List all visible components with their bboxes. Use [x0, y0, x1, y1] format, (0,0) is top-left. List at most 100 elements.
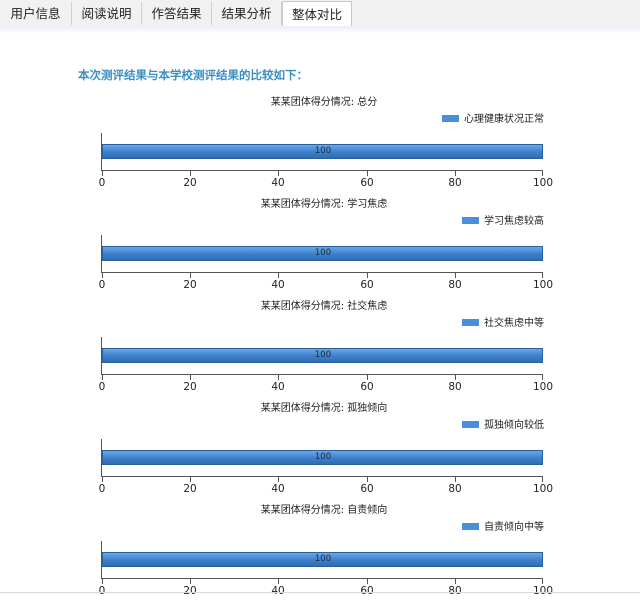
x-tick-mark — [190, 273, 191, 278]
x-tick-mark — [455, 273, 456, 278]
x-tick-mark — [542, 579, 543, 584]
x-axis-line — [102, 170, 543, 171]
x-axis-line — [102, 476, 543, 477]
x-tick-label: 80 — [448, 177, 462, 189]
bottom-divider — [0, 592, 640, 593]
bar-value-label: 100 — [314, 248, 332, 258]
x-tick-mark — [542, 477, 543, 482]
bar-value-label: 100 — [314, 452, 332, 462]
tab-answer-results[interactable]: 作答结果 — [142, 2, 212, 25]
x-tick-label: 40 — [271, 483, 285, 495]
legend-label: 孤独倾向较低 — [484, 420, 544, 431]
chart-plot-area: 100 0 20 40 60 80 100 — [99, 235, 553, 291]
legend-label: 学习焦虑较高 — [484, 216, 544, 227]
x-tick-mark — [278, 375, 279, 380]
x-tick-label: 100 — [532, 279, 554, 291]
x-tick-mark — [367, 375, 368, 380]
x-tick-mark — [278, 477, 279, 482]
x-tick-mark — [190, 477, 191, 482]
legend-swatch — [462, 420, 479, 428]
x-tick-mark — [367, 579, 368, 584]
x-tick-mark — [455, 171, 456, 176]
x-tick-mark — [455, 477, 456, 482]
x-tick-label: 40 — [271, 177, 285, 189]
x-tick-mark — [102, 171, 103, 176]
x-tick-mark — [102, 375, 103, 380]
x-tick-mark — [278, 171, 279, 176]
x-tick-mark — [102, 477, 103, 482]
x-tick-label: 100 — [532, 483, 554, 495]
legend-swatch — [442, 114, 459, 122]
x-tick-label: 0 — [98, 585, 106, 597]
x-tick-mark — [367, 477, 368, 482]
chart-legend: 学习焦虑较高 — [462, 215, 544, 229]
x-tick-label: 0 — [98, 483, 106, 495]
intro-heading: 本次测评结果与本学校测评结果的比较如下： — [78, 68, 308, 82]
x-tick-mark — [542, 273, 543, 278]
x-tick-label: 40 — [271, 279, 285, 291]
legend-label: 社交焦虑中等 — [484, 318, 544, 329]
legend-label: 心理健康状况正常 — [464, 114, 544, 125]
chart-plot-area: 100 0 20 40 60 80 100 — [99, 337, 553, 393]
x-tick-mark — [455, 375, 456, 380]
x-tick-label: 80 — [448, 483, 462, 495]
x-tick-label: 60 — [360, 483, 374, 495]
x-tick-mark — [455, 579, 456, 584]
tab-user-info[interactable]: 用户信息 — [0, 2, 72, 25]
x-tick-mark — [367, 171, 368, 176]
x-tick-label: 60 — [360, 381, 374, 393]
legend-swatch — [462, 522, 479, 530]
x-tick-label: 80 — [448, 381, 462, 393]
x-tick-label: 100 — [532, 381, 554, 393]
tab-bar: 用户信息 阅读说明 作答结果 结果分析 整体对比 — [0, 0, 640, 27]
chart: 某某团体得分情况: 社交焦虑社交焦虑中等 100 0 20 40 60 80 100 — [0, 297, 640, 397]
x-tick-label: 60 — [360, 585, 374, 597]
bar-value-label: 100 — [314, 146, 332, 156]
chart-legend: 心理健康状况正常 — [442, 113, 544, 127]
chart-title: 某某团体得分情况: 社交焦虑 — [260, 301, 388, 312]
x-tick-label: 0 — [98, 381, 106, 393]
legend-label: 自责倾向中等 — [484, 522, 544, 533]
chart-title: 某某团体得分情况: 自责倾向 — [260, 505, 388, 516]
x-tick-mark — [278, 579, 279, 584]
chart: 某某团体得分情况: 孤独倾向孤独倾向较低 100 0 20 40 60 80 100 — [0, 399, 640, 499]
x-axis-line — [102, 578, 543, 579]
x-tick-label: 20 — [183, 585, 197, 597]
chart-title: 某某团体得分情况: 孤独倾向 — [260, 403, 388, 414]
x-tick-mark — [190, 375, 191, 380]
x-tick-mark — [542, 171, 543, 176]
x-tick-label: 100 — [532, 177, 554, 189]
x-tick-label: 100 — [532, 585, 554, 597]
bar-value-label: 100 — [314, 350, 332, 360]
chart: 某某团体得分情况: 总分 心理健康状况正常 100 0 20 40 60 80 100 — [0, 93, 640, 193]
chart-legend: 社交焦虑中等 — [462, 317, 544, 331]
x-tick-label: 20 — [183, 483, 197, 495]
chart: 某某团体得分情况: 学习焦虑 学习焦虑较高 100 0 20 40 60 80 100 — [0, 195, 640, 295]
x-tick-label: 20 — [183, 177, 197, 189]
chart-title: 某某团体得分情况: 学习焦虑 — [260, 199, 388, 210]
chart-plot-area: 100 0 20 40 60 80 100 — [99, 541, 553, 597]
chart-plot-area: 100 0 20 40 60 80 100 — [99, 439, 553, 495]
chart: 某某团体得分情况: 自责倾向 自责倾向中等 100 0 20 40 60 80 100 — [0, 501, 640, 601]
x-axis-line — [102, 374, 543, 375]
x-tick-label: 0 — [98, 279, 106, 291]
x-tick-label: 60 — [360, 177, 374, 189]
x-tick-label: 80 — [448, 279, 462, 291]
chart-plot-area: 100 0 20 40 60 80 100 — [99, 133, 553, 189]
x-tick-label: 20 — [183, 381, 197, 393]
bar-value-label: 100 — [314, 554, 332, 564]
x-tick-mark — [278, 273, 279, 278]
tab-reading-guide[interactable]: 阅读说明 — [72, 2, 142, 25]
x-tick-label: 40 — [271, 381, 285, 393]
tab-result-analysis[interactable]: 结果分析 — [212, 2, 282, 25]
x-tick-mark — [190, 171, 191, 176]
tabbar-shadow — [0, 26, 640, 34]
x-tick-mark — [367, 273, 368, 278]
chart-title: 某某团体得分情况: 总分 — [270, 97, 378, 108]
chart-legend: 自责倾向中等 — [462, 521, 544, 535]
x-tick-mark — [102, 579, 103, 584]
x-axis-line — [102, 272, 543, 273]
tab-overall-comparison[interactable]: 整体对比 — [282, 1, 352, 27]
x-tick-mark — [102, 273, 103, 278]
chart-legend: 孤独倾向较低 — [462, 419, 544, 433]
